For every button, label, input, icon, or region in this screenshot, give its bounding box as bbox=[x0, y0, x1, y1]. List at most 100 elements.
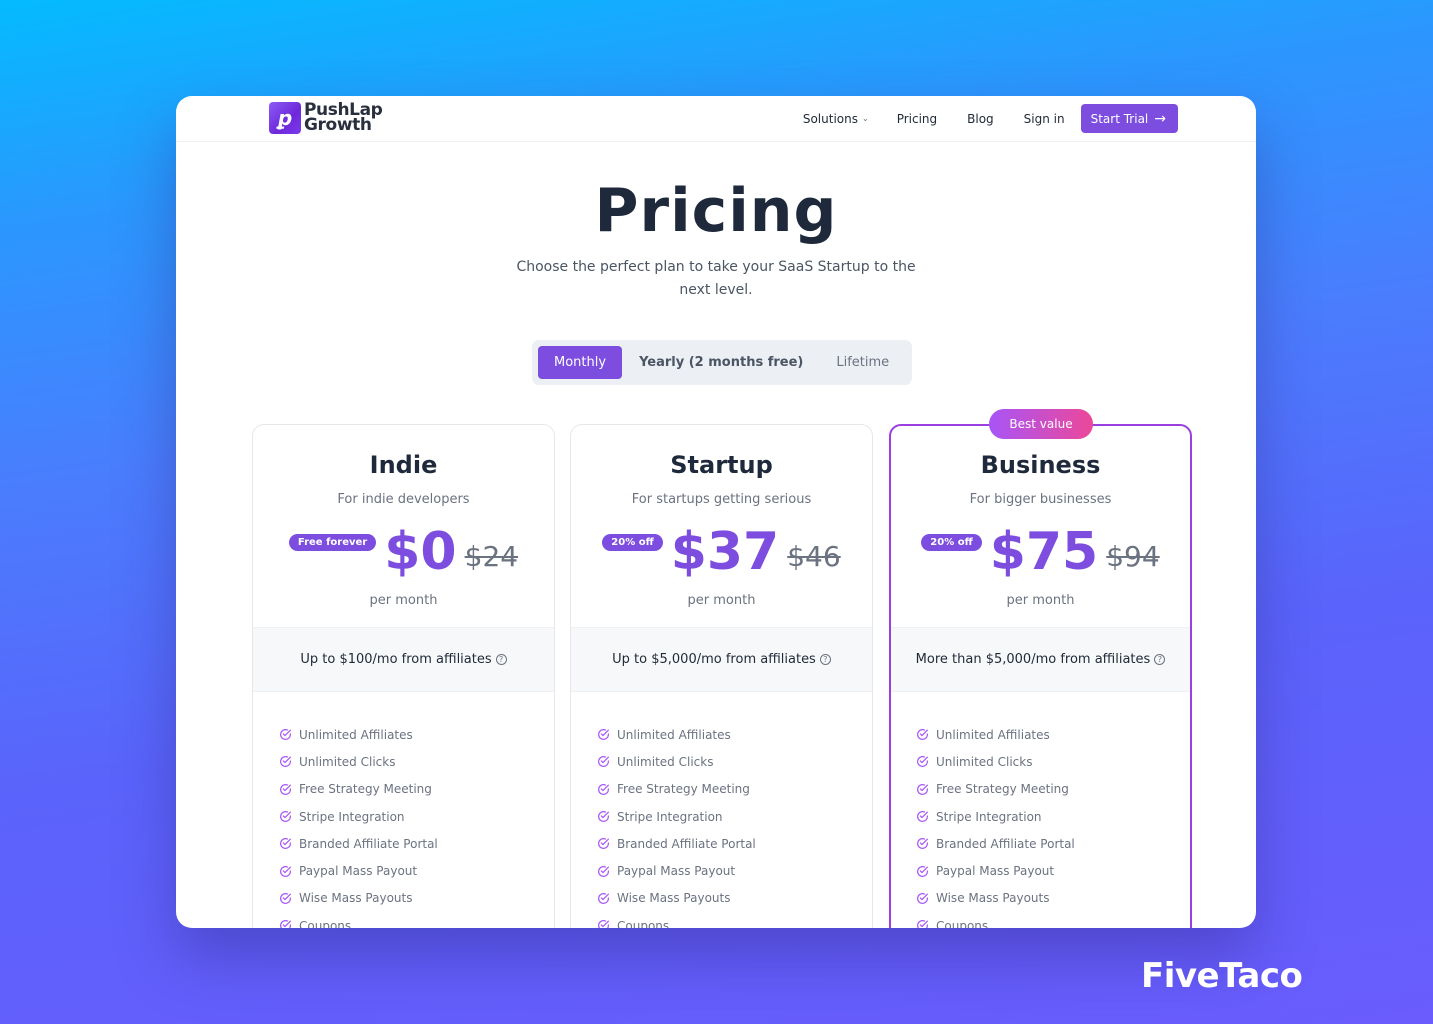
feature-label: Wise Mass Payouts bbox=[299, 891, 413, 906]
feature-label: Wise Mass Payouts bbox=[617, 891, 731, 906]
feature-list: Unlimited Affiliates Unlimited Clicks Free… bbox=[597, 721, 756, 928]
plan-period: per month bbox=[369, 593, 438, 608]
check-circle-icon bbox=[280, 756, 291, 768]
feature-label: Unlimited Clicks bbox=[617, 754, 714, 769]
chevron-down-icon: ⌄ bbox=[861, 114, 869, 123]
top-nav: ꝑ PushLap Growth Solutions ⌄ Pricing Blo… bbox=[176, 96, 1256, 142]
feature-label: Stripe Integration bbox=[299, 809, 405, 824]
page-title: Pricing bbox=[594, 176, 838, 246]
plan-old-price: $24 bbox=[464, 540, 519, 573]
feature-item: Unlimited Clicks bbox=[279, 748, 438, 775]
feature-item: Branded Affiliate Portal bbox=[597, 830, 756, 857]
price-row: 20% off $75 $94 bbox=[891, 522, 1190, 582]
plan-badge: Free forever bbox=[288, 534, 377, 551]
logo[interactable]: ꝑ PushLap Growth bbox=[269, 102, 383, 135]
feature-item: Unlimited Clicks bbox=[916, 748, 1075, 775]
feature-list: Unlimited Affiliates Unlimited Clicks Free… bbox=[279, 721, 438, 928]
feature-label: Branded Affiliate Portal bbox=[936, 836, 1075, 851]
feature-item: Wise Mass Payouts bbox=[597, 885, 756, 912]
check-circle-icon bbox=[917, 865, 928, 877]
feature-item: Unlimited Affiliates bbox=[916, 721, 1075, 748]
fivetaco-watermark: FiveTaco bbox=[1141, 956, 1303, 996]
best-value-ribbon: Best value bbox=[989, 409, 1093, 439]
feature-label: Free Strategy Meeting bbox=[299, 782, 432, 797]
check-circle-icon bbox=[280, 865, 291, 877]
check-circle-icon bbox=[917, 756, 928, 768]
start-trial-label: Start Trial bbox=[1090, 111, 1149, 126]
logo-text: PushLap Growth bbox=[304, 102, 383, 135]
feature-item: Paypal Mass Payout bbox=[279, 857, 438, 884]
feature-label: Coupons bbox=[936, 918, 989, 928]
feature-item: Coupons bbox=[597, 912, 756, 928]
plan-period: per month bbox=[687, 593, 756, 608]
feature-label: Free Strategy Meeting bbox=[936, 782, 1069, 797]
logo-line-2: Growth bbox=[304, 115, 372, 135]
plan-badge: 20% off bbox=[602, 534, 663, 551]
nav-solutions-label: Solutions bbox=[802, 111, 858, 126]
price-row: 20% off $37 $46 bbox=[571, 522, 872, 582]
toggle-yearly[interactable]: Yearly (2 months free) bbox=[639, 346, 803, 379]
feature-label: Unlimited Affiliates bbox=[936, 727, 1050, 742]
feature-item: Coupons bbox=[916, 912, 1075, 928]
plan-price: $37 bbox=[670, 522, 780, 582]
plan-limit: More than $5,000/mo from affiliates ? bbox=[891, 627, 1190, 692]
feature-item: Paypal Mass Payout bbox=[916, 857, 1075, 884]
plan-name: Business bbox=[980, 451, 1101, 479]
check-circle-icon bbox=[280, 920, 291, 928]
feature-item: Unlimited Affiliates bbox=[279, 721, 438, 748]
check-circle-icon bbox=[280, 783, 291, 795]
plan-card-startup: Startup For startups getting serious 20%… bbox=[570, 424, 873, 928]
feature-label: Wise Mass Payouts bbox=[936, 891, 1050, 906]
nav-solutions[interactable]: Solutions ⌄ bbox=[803, 112, 869, 126]
help-circle-icon[interactable]: ? bbox=[819, 654, 831, 665]
plan-description: For bigger businesses bbox=[969, 492, 1112, 507]
plan-limit-text: Up to $5,000/mo from affiliates bbox=[612, 652, 816, 667]
feature-label: Unlimited Affiliates bbox=[617, 727, 731, 742]
nav-pricing[interactable]: Pricing bbox=[897, 112, 937, 126]
logo-mark-icon: ꝑ bbox=[269, 102, 301, 134]
browser-page: ꝑ PushLap Growth Solutions ⌄ Pricing Blo… bbox=[176, 96, 1256, 928]
plan-description: For startups getting serious bbox=[631, 492, 812, 507]
feature-item: Free Strategy Meeting bbox=[279, 776, 438, 803]
plan-old-price: $94 bbox=[1106, 540, 1160, 573]
nav-sign-in[interactable]: Sign in bbox=[1024, 112, 1065, 126]
feature-label: Stripe Integration bbox=[617, 809, 723, 824]
feature-item: Stripe Integration bbox=[279, 803, 438, 830]
feature-label: Paypal Mass Payout bbox=[299, 864, 418, 879]
check-circle-icon bbox=[917, 783, 928, 795]
plan-limit: Up to $5,000/mo from affiliates ? bbox=[571, 627, 872, 692]
feature-list: Unlimited Affiliates Unlimited Clicks Free… bbox=[916, 721, 1075, 928]
check-circle-icon bbox=[598, 811, 609, 822]
feature-label: Coupons bbox=[299, 918, 352, 928]
help-circle-icon[interactable]: ? bbox=[1154, 654, 1166, 665]
check-circle-icon bbox=[598, 729, 609, 741]
plan-badge: 20% off bbox=[921, 534, 982, 551]
plan-description: For indie developers bbox=[337, 492, 470, 507]
feature-item: Unlimited Affiliates bbox=[597, 721, 756, 748]
feature-label: Unlimited Affiliates bbox=[299, 727, 413, 742]
feature-item: Unlimited Clicks bbox=[597, 748, 756, 775]
feature-item: Free Strategy Meeting bbox=[597, 776, 756, 803]
price-row: Free forever $0 $24 bbox=[253, 522, 554, 582]
feature-label: Unlimited Clicks bbox=[299, 754, 396, 769]
start-trial-button[interactable]: Start Trial → bbox=[1080, 104, 1178, 133]
check-circle-icon bbox=[917, 729, 928, 741]
check-circle-icon bbox=[917, 892, 928, 904]
arrow-right-icon: → bbox=[1154, 110, 1166, 127]
check-circle-icon bbox=[917, 920, 928, 928]
feature-label: Branded Affiliate Portal bbox=[617, 836, 756, 851]
nav-blog[interactable]: Blog bbox=[967, 112, 994, 126]
check-circle-icon bbox=[917, 811, 928, 822]
plan-limit-text: More than $5,000/mo from affiliates bbox=[915, 652, 1151, 667]
toggle-monthly[interactable]: Monthly bbox=[538, 346, 623, 379]
page-subtitle: Choose the perfect plan to take your Saa… bbox=[516, 259, 916, 298]
check-circle-icon bbox=[280, 838, 291, 850]
feature-item: Free Strategy Meeting bbox=[916, 776, 1075, 803]
feature-label: Paypal Mass Payout bbox=[617, 864, 736, 879]
plan-name: Indie bbox=[369, 451, 438, 479]
plan-period: per month bbox=[1006, 593, 1075, 608]
feature-label: Unlimited Clicks bbox=[936, 754, 1033, 769]
plan-name: Startup bbox=[670, 451, 773, 479]
help-circle-icon[interactable]: ? bbox=[495, 654, 507, 665]
toggle-lifetime[interactable]: Lifetime bbox=[836, 346, 889, 379]
